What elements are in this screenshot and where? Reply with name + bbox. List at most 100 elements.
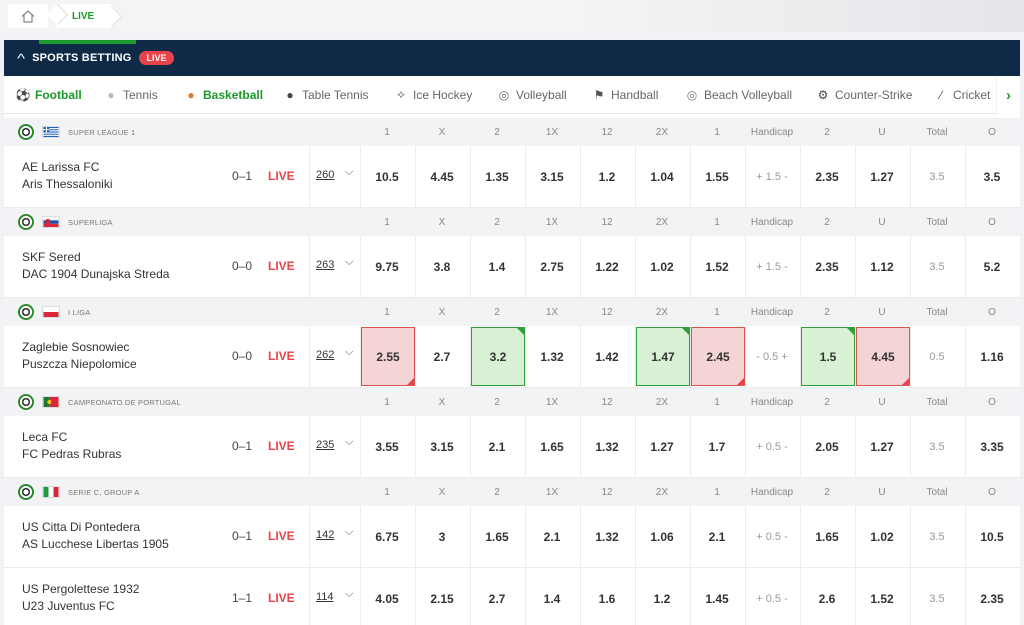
- odds-button[interactable]: 1.65: [470, 506, 524, 567]
- match-teams[interactable]: AE Larissa FC Aris Thessaloniki: [22, 159, 112, 193]
- match-teams[interactable]: US Citta Di Pontedera AS Lucchese Liberta…: [22, 519, 169, 553]
- odds-button[interactable]: 2.55: [361, 327, 415, 386]
- odds-button[interactable]: 1.27: [855, 146, 909, 207]
- league-info: CAMPEONATO DE PORTUGAL: [18, 388, 181, 416]
- odds-button[interactable]: 1.2: [580, 146, 634, 207]
- odds-button[interactable]: 4.05: [360, 568, 414, 625]
- section-header[interactable]: ^ SPORTS BETTING LIVE: [4, 40, 1020, 76]
- chevron-down-icon[interactable]: ⌵: [345, 346, 353, 359]
- odds-button[interactable]: 1.42: [580, 326, 634, 387]
- odds-button[interactable]: 1.65: [525, 416, 579, 477]
- odds-button[interactable]: 2.1: [690, 506, 744, 567]
- odds-button[interactable]: 2.1: [470, 416, 524, 477]
- match-teams[interactable]: Leca FC FC Pedras Rubras: [22, 429, 121, 463]
- markets-count-link[interactable]: 263: [316, 259, 334, 271]
- away-team-name: Aris Thessaloniki: [22, 177, 113, 191]
- odds-button[interactable]: 2.35: [800, 236, 854, 297]
- tab-table-tennis[interactable]: ● Table Tennis: [283, 88, 368, 102]
- home-button[interactable]: [8, 4, 48, 28]
- odds-button[interactable]: 3: [415, 506, 469, 567]
- markets-count-link[interactable]: 142: [316, 529, 334, 541]
- odds-button[interactable]: 2.7: [415, 326, 469, 387]
- markets-count-link[interactable]: 235: [316, 439, 334, 451]
- odds-button[interactable]: 3.15: [525, 146, 579, 207]
- chevron-down-icon[interactable]: ⌵: [345, 166, 353, 179]
- odds-button[interactable]: 1.06: [635, 506, 689, 567]
- match-teams[interactable]: Zaglebie Sosnowiec Puszcza Niepolomice: [22, 339, 137, 373]
- odds-button[interactable]: 5.2: [965, 236, 1019, 297]
- chevron-down-icon[interactable]: ⌵: [345, 526, 353, 539]
- tab-beach-volleyball[interactable]: ◎ Beach Volleyball: [685, 88, 792, 102]
- odds-button[interactable]: 2.35: [800, 146, 854, 207]
- chevron-down-icon[interactable]: ⌵: [345, 436, 353, 449]
- tab-handball[interactable]: ⚑ Handball: [592, 88, 659, 102]
- odds-button[interactable]: 1.7: [690, 416, 744, 477]
- chevron-down-icon[interactable]: ⌵: [345, 588, 353, 601]
- chevron-right-icon[interactable]: ›: [996, 76, 1020, 114]
- odds-button[interactable]: 1.65: [800, 506, 854, 567]
- odds-button[interactable]: 1.4: [470, 236, 524, 297]
- odds-button[interactable]: 1.6: [580, 568, 634, 625]
- odds-button[interactable]: 2.15: [415, 568, 469, 625]
- chevron-down-icon[interactable]: ⌵: [345, 256, 353, 269]
- odds-button[interactable]: 1.22: [580, 236, 634, 297]
- column-header: 1: [714, 396, 720, 408]
- match-teams[interactable]: US Pergolettese 1932 U23 Juventus FC: [22, 581, 139, 615]
- column-header: X: [438, 216, 446, 228]
- odds-grid: SUPER LEAGUE 1 1 X 2 1X 12 2X 1 Handicap 2 U Total O…: [4, 118, 1020, 625]
- tab-ice-hockey[interactable]: ✧ Ice Hockey: [394, 88, 472, 102]
- tab-basketball[interactable]: ● Basketball: [184, 88, 263, 102]
- odds-button[interactable]: 1.32: [580, 506, 634, 567]
- odds-button[interactable]: 2.05: [800, 416, 854, 477]
- odds-button[interactable]: 1.45: [690, 568, 744, 625]
- odds-button[interactable]: 2.75: [525, 236, 579, 297]
- odds-button[interactable]: 6.75: [360, 506, 414, 567]
- tab-cricket[interactable]: ∕ Cricket: [934, 88, 990, 102]
- odds-button[interactable]: 1.47: [636, 327, 690, 386]
- column-header: 2: [824, 306, 830, 318]
- odds-button[interactable]: 1.35: [470, 146, 524, 207]
- tab-tennis[interactable]: ● Tennis: [104, 88, 157, 102]
- odds-button[interactable]: 1.2: [635, 568, 689, 625]
- tab-label: Basketball: [203, 88, 264, 102]
- odds-button[interactable]: 2.35: [965, 568, 1019, 625]
- odds-button[interactable]: 1.04: [635, 146, 689, 207]
- match-teams[interactable]: SKF Sered DAC 1904 Dunajska Streda: [22, 249, 169, 283]
- odds-button[interactable]: 1.02: [855, 506, 909, 567]
- odds-button[interactable]: 2.1: [525, 506, 579, 567]
- odds-button[interactable]: 1.12: [855, 236, 909, 297]
- odds-button[interactable]: 10.5: [360, 146, 414, 207]
- odds-button[interactable]: 3.2: [471, 327, 525, 386]
- odds-button[interactable]: 1.55: [690, 146, 744, 207]
- tab-football[interactable]: ⚽ Football: [16, 88, 82, 102]
- odds-button[interactable]: 1.27: [855, 416, 909, 477]
- odds-button[interactable]: 10.5: [965, 506, 1019, 567]
- odds-button[interactable]: 1.32: [580, 416, 634, 477]
- markets-count-link[interactable]: 260: [316, 169, 334, 181]
- odds-button[interactable]: 1.02: [635, 236, 689, 297]
- odds-button[interactable]: 2.45: [691, 327, 745, 386]
- odds-button[interactable]: 1.27: [635, 416, 689, 477]
- tab-counter-strike[interactable]: ⚙ Counter-Strike: [816, 88, 913, 102]
- odds-button[interactable]: 2.7: [470, 568, 524, 625]
- odds-button[interactable]: 4.45: [856, 327, 910, 386]
- odds-button[interactable]: 9.75: [360, 236, 414, 297]
- markets-count-link[interactable]: 114: [316, 591, 334, 603]
- odds-button[interactable]: 1.5: [801, 327, 855, 386]
- odds-button[interactable]: 4.45: [415, 146, 469, 207]
- breadcrumb-live[interactable]: LIVE: [56, 4, 112, 28]
- markets-count-link[interactable]: 262: [316, 349, 334, 361]
- odds-button[interactable]: 3.15: [415, 416, 469, 477]
- odds-button[interactable]: 1.16: [965, 326, 1019, 387]
- odds-button[interactable]: 3.35: [965, 416, 1019, 477]
- chevron-up-icon[interactable]: ^: [17, 51, 25, 66]
- odds-button[interactable]: 1.52: [855, 568, 909, 625]
- odds-button[interactable]: 1.32: [525, 326, 579, 387]
- odds-button[interactable]: 1.4: [525, 568, 579, 625]
- odds-button[interactable]: 2.6: [800, 568, 854, 625]
- odds-button[interactable]: 3.5: [965, 146, 1019, 207]
- odds-button[interactable]: 3.8: [415, 236, 469, 297]
- odds-button[interactable]: 3.55: [360, 416, 414, 477]
- tab-volleyball[interactable]: ◎ Volleyball: [497, 88, 567, 102]
- odds-button[interactable]: 1.52: [690, 236, 744, 297]
